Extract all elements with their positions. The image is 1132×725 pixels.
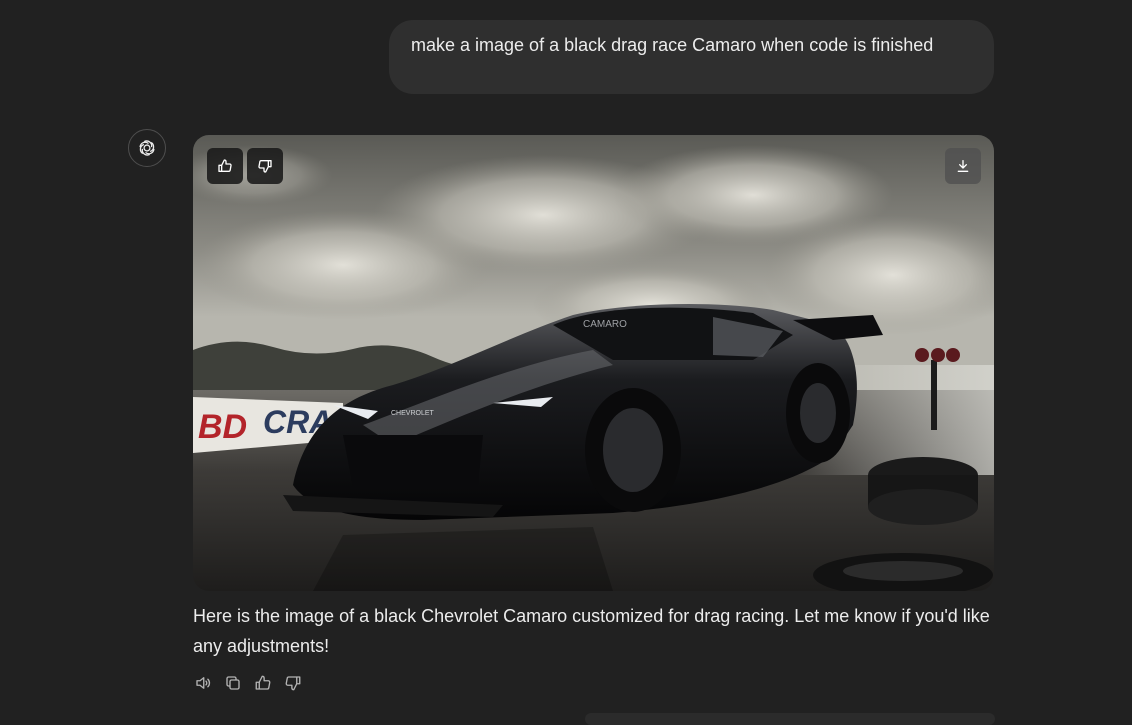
speaker-icon — [196, 677, 211, 689]
image-dislike-button[interactable] — [247, 148, 283, 184]
image-download-button[interactable] — [945, 148, 981, 184]
user-message-text: make a image of a black drag race Camaro… — [411, 35, 934, 55]
download-icon — [957, 160, 969, 172]
thumbs-down-icon — [285, 676, 301, 691]
copy-button[interactable] — [222, 672, 244, 694]
thumbs-up-icon — [218, 159, 232, 172]
read-aloud-button[interactable] — [192, 672, 214, 694]
thumbs-up-icon — [255, 675, 271, 690]
assistant-avatar — [128, 129, 166, 167]
message-actions — [192, 672, 304, 694]
thumbs-down-icon — [258, 160, 272, 173]
image-like-button[interactable] — [207, 148, 243, 184]
assistant-response-text: Here is the image of a black Chevrolet C… — [193, 606, 990, 656]
camaro-drag-race-image: BD CRA CAMARO CHEVROLET — [193, 135, 994, 591]
openai-logo-icon — [139, 140, 155, 156]
grille-badge-text: CHEVROLET — [391, 410, 435, 417]
banner-left-text: BD — [198, 408, 247, 446]
next-message-bubble — [585, 713, 995, 725]
good-response-button[interactable] — [252, 672, 274, 694]
windshield-text: CAMARO — [583, 319, 627, 330]
copy-icon — [226, 676, 240, 690]
generated-image[interactable]: BD CRA CAMARO CHEVROLET — [193, 135, 994, 591]
user-message-bubble: make a image of a black drag race Camaro… — [389, 20, 994, 94]
bad-response-button[interactable] — [282, 672, 304, 694]
